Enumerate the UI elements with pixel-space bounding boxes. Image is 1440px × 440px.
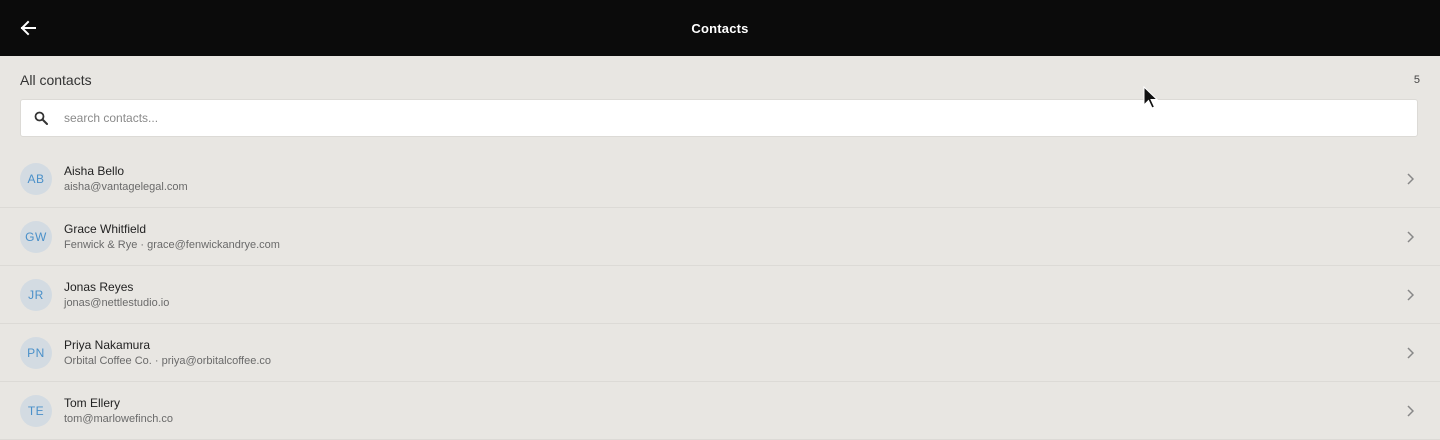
contact-row[interactable]: GW Grace Whitfield Fenwick & Rye · grace…	[0, 208, 1440, 266]
section-header: All contacts 5	[20, 68, 1420, 92]
contact-subtitle: aisha@vantagelegal.com	[64, 180, 188, 193]
contact-subtitle: tom@marlowefinch.co	[64, 412, 173, 425]
contact-count: 5	[1413, 74, 1420, 86]
contact-name: Aisha Bello	[64, 163, 125, 178]
contact-name: Jonas Reyes	[64, 279, 134, 294]
contact-text: Grace Whitfield Fenwick & Rye · grace@fe…	[64, 221, 280, 253]
search-input[interactable]	[64, 100, 1417, 136]
search-box[interactable]	[20, 99, 1418, 137]
top-app-bar: Contacts	[0, 0, 1440, 56]
avatar: AB	[20, 162, 52, 195]
chevron-right-icon	[1404, 288, 1416, 301]
contact-text: Jonas Reyes jonas@nettlestudio.io	[64, 279, 169, 311]
back-button[interactable]	[14, 14, 42, 42]
contact-subtitle: Orbital Coffee Co. · priya@orbitalcoffee…	[64, 354, 272, 367]
contact-row[interactable]: AB Aisha Bello aisha@vantagelegal.com	[0, 150, 1440, 208]
avatar: PN	[20, 336, 52, 369]
avatar: JR	[20, 278, 52, 311]
avatar: GW	[20, 220, 52, 253]
contact-name: Grace Whitfield	[64, 221, 147, 236]
contact-subtitle: Fenwick & Rye · grace@fenwickandrye.com	[64, 238, 280, 251]
chevron-right-icon	[1404, 404, 1416, 417]
avatar: TE	[20, 394, 52, 427]
arrow-left-icon	[20, 20, 36, 36]
contact-text: Tom Ellery tom@marlowefinch.co	[64, 395, 173, 427]
search-icon	[33, 110, 49, 126]
chevron-right-icon	[1404, 346, 1416, 359]
chevron-right-icon	[1404, 172, 1416, 185]
page-title: Contacts	[691, 20, 749, 36]
contact-text: Aisha Bello aisha@vantagelegal.com	[64, 163, 188, 195]
contact-row[interactable]: JR Jonas Reyes jonas@nettlestudio.io	[0, 266, 1440, 324]
contact-name: Priya Nakamura	[64, 337, 151, 352]
chevron-right-icon	[1404, 230, 1416, 243]
contact-name: Tom Ellery	[64, 395, 121, 410]
contact-subtitle: jonas@nettlestudio.io	[64, 296, 170, 309]
section-title: All contacts	[20, 72, 92, 88]
contact-row[interactable]: TE Tom Ellery tom@marlowefinch.co	[0, 382, 1440, 440]
contact-row[interactable]: PN Priya Nakamura Orbital Coffee Co. · p…	[0, 324, 1440, 382]
contact-list: AB Aisha Bello aisha@vantagelegal.com GW…	[0, 150, 1440, 440]
contact-text: Priya Nakamura Orbital Coffee Co. · priy…	[64, 337, 271, 369]
